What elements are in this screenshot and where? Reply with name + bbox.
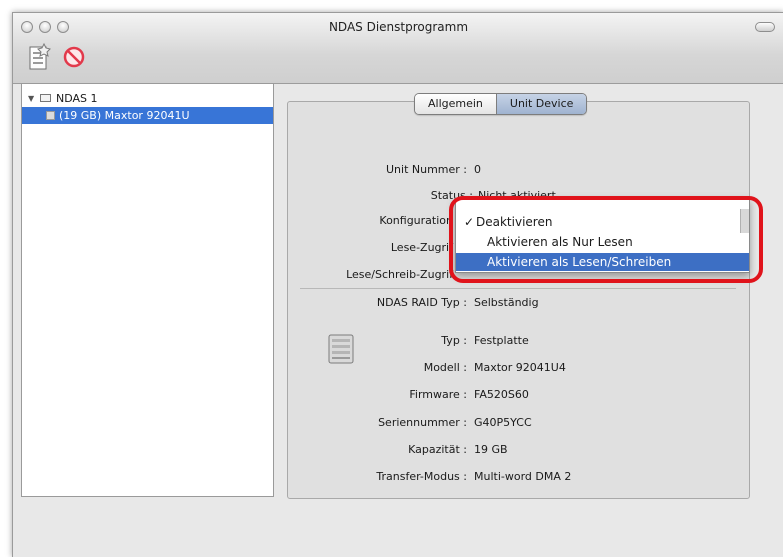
model-label: Modell : <box>423 361 467 374</box>
ndas-device-icon <box>40 94 51 102</box>
device-type-label: Typ : <box>441 334 467 347</box>
transfer-mode-label: Transfer-Modus : <box>376 470 467 483</box>
model-value: Maxtor 92041U4 <box>474 361 566 374</box>
new-device-icon <box>29 42 51 70</box>
disk-icon <box>46 111 55 120</box>
hard-drive-icon <box>328 334 354 364</box>
toolbar-toggle-button[interactable] <box>755 22 775 32</box>
read-write-access-label: Lese/Schreib-Zugrif <box>346 268 453 281</box>
window-title: NDAS Dienstprogramm <box>328 20 469 34</box>
section-divider <box>300 288 736 289</box>
tree-item-label: (19 GB) Maxtor 92041U <box>59 109 190 122</box>
device-tree[interactable]: ▼ NDAS 1 (19 GB) Maxtor 92041U <box>21 83 274 497</box>
capacity-value: 19 GB <box>474 443 508 456</box>
read-access-label: Lese-Zugrif <box>390 241 453 254</box>
prohibited-icon <box>63 46 85 68</box>
raid-type-label: NDAS RAID Typ : <box>376 296 467 309</box>
configuration-label: Konfiguration <box>379 214 453 227</box>
tab-allgemein[interactable]: Allgemein <box>415 94 497 114</box>
device-type-value: Festplatte <box>474 334 529 347</box>
tab-bar: Allgemein Unit Device <box>414 93 588 115</box>
raid-type-value: Selbständig <box>474 296 539 309</box>
tab-unit-device[interactable]: Unit Device <box>496 94 587 114</box>
unit-number-value: 0 <box>474 163 481 176</box>
firmware-value: FA520S60 <box>474 388 529 401</box>
firmware-label: Firmware : <box>409 388 467 401</box>
tree-item-maxtor[interactable]: (19 GB) Maxtor 92041U <box>22 107 273 124</box>
capacity-label: Kapazität : <box>408 443 467 456</box>
transfer-mode-value: Multi-word DMA 2 <box>474 470 572 483</box>
add-device-button[interactable] <box>25 41 55 75</box>
tree-item-label: NDAS 1 <box>56 92 98 105</box>
remove-device-button[interactable] <box>59 41 89 75</box>
title-bar: NDAS Dienstprogramm <box>13 13 783 84</box>
highlight-ring <box>449 196 763 283</box>
tree-item-ndas-1[interactable]: ▼ NDAS 1 <box>22 90 273 107</box>
disclosure-triangle-icon[interactable]: ▼ <box>28 90 34 107</box>
serial-number-label: Seriennummer : <box>378 416 467 429</box>
serial-number-value: G40P5YCC <box>474 416 532 429</box>
unit-number-label: Unit Nummer : <box>385 163 467 176</box>
